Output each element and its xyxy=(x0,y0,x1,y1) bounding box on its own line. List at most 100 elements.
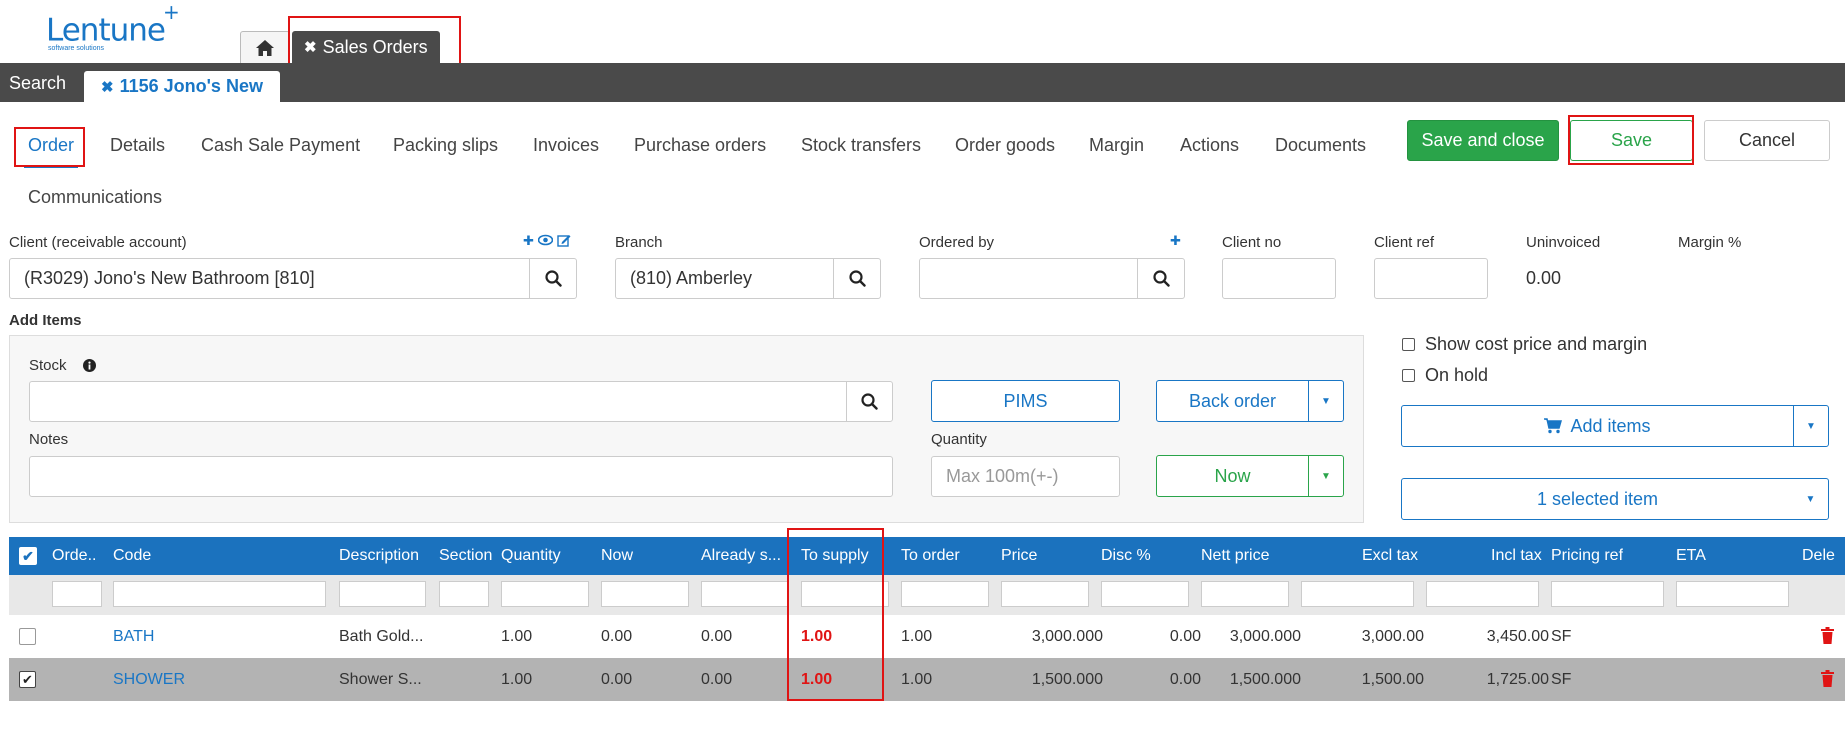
selected-items-dropdown[interactable]: 1 selected item ▼ xyxy=(1401,478,1829,520)
filter-now[interactable] xyxy=(601,581,689,607)
col-pricing-ref[interactable]: Pricing ref xyxy=(1551,537,1623,575)
branch-input[interactable]: (810) Amberley xyxy=(615,258,834,299)
search-icon xyxy=(848,270,866,287)
back-order-button[interactable]: Back order xyxy=(1157,381,1308,421)
eye-icon[interactable] xyxy=(537,233,553,247)
filter-description[interactable] xyxy=(339,581,426,607)
col-price[interactable]: Price xyxy=(1001,537,1037,575)
table-row[interactable]: BATH Bath Gold... 1.00 0.00 0.00 1.00 1.… xyxy=(9,615,1845,658)
filter-eta[interactable] xyxy=(1676,581,1789,607)
filter-price[interactable] xyxy=(1001,581,1089,607)
cell-price: 3,000.000 xyxy=(1031,628,1103,645)
row-checkbox[interactable] xyxy=(19,628,36,645)
col-eta[interactable]: ETA xyxy=(1676,537,1706,575)
row-checkbox[interactable]: ✔ xyxy=(19,671,36,688)
caret-down-icon[interactable]: ▼ xyxy=(1793,479,1828,519)
col-code[interactable]: Code xyxy=(113,537,151,575)
col-already-supplied[interactable]: Already s... xyxy=(701,537,785,575)
stock-search-button[interactable] xyxy=(846,381,893,422)
filter-pricing-ref[interactable] xyxy=(1551,581,1664,607)
tab-stock-transfers[interactable]: Stock transfers xyxy=(801,120,921,170)
close-icon[interactable]: ✖ xyxy=(101,78,114,96)
edit-icon[interactable] xyxy=(557,233,571,247)
tab-invoices[interactable]: Invoices xyxy=(533,120,599,170)
now-button[interactable]: Now xyxy=(1157,456,1308,496)
tab-actions[interactable]: Actions xyxy=(1180,120,1239,170)
ordered-by-search-button[interactable] xyxy=(1137,258,1185,299)
tab-sales-orders[interactable]: ✖ Sales Orders xyxy=(292,31,440,63)
filter-excl-tax[interactable] xyxy=(1301,581,1414,607)
tab-packing-slips[interactable]: Packing slips xyxy=(393,120,498,170)
col-section[interactable]: Section xyxy=(439,537,492,575)
filter-already-supplied[interactable] xyxy=(701,581,789,607)
caret-down-icon[interactable]: ▼ xyxy=(1308,381,1343,421)
caret-down-icon[interactable]: ▼ xyxy=(1793,406,1828,446)
checkbox-box[interactable] xyxy=(1402,369,1415,382)
stock-input[interactable] xyxy=(29,381,847,422)
cell-already-supplied: 0.00 xyxy=(701,671,733,688)
notes-input[interactable] xyxy=(29,456,893,497)
cell-code[interactable]: BATH xyxy=(113,615,154,658)
col-delete[interactable]: Dele xyxy=(1802,537,1835,575)
filter-quantity[interactable] xyxy=(501,581,589,607)
trash-icon[interactable] xyxy=(1821,670,1834,687)
info-icon xyxy=(83,359,96,372)
client-ref-input[interactable] xyxy=(1374,258,1488,299)
add-items-button[interactable]: Add items xyxy=(1402,406,1793,446)
search-link[interactable]: Search xyxy=(9,73,66,94)
col-to-order[interactable]: To order xyxy=(901,537,960,575)
ordered-by-input[interactable] xyxy=(919,258,1138,299)
on-hold-checkbox[interactable]: On hold xyxy=(1402,365,1488,386)
cell-code[interactable]: SHOWER xyxy=(113,658,185,701)
filter-code[interactable] xyxy=(113,581,326,607)
col-order[interactable]: Orde... xyxy=(52,537,97,575)
tab-margin[interactable]: Margin xyxy=(1089,120,1144,170)
filter-disc[interactable] xyxy=(1101,581,1189,607)
col-to-supply[interactable]: To supply xyxy=(801,537,869,575)
back-order-split-button: Back order ▼ xyxy=(1156,380,1344,422)
tab-cash-sale-payment[interactable]: Cash Sale Payment xyxy=(201,120,360,170)
select-all-checkbox[interactable]: ✔ xyxy=(19,547,37,565)
filter-section[interactable] xyxy=(439,581,489,607)
filter-order[interactable] xyxy=(52,581,102,607)
col-now[interactable]: Now xyxy=(601,537,633,575)
save-button[interactable]: Save xyxy=(1570,120,1693,161)
client-no-input[interactable] xyxy=(1222,258,1336,299)
tab-home[interactable] xyxy=(240,31,290,63)
col-disc[interactable]: Disc % xyxy=(1101,537,1151,575)
branch-search-button[interactable] xyxy=(833,258,881,299)
close-icon[interactable]: ✖ xyxy=(304,38,317,56)
pims-button[interactable]: PIMS xyxy=(931,380,1120,422)
tab-order[interactable]: Order xyxy=(23,120,79,170)
col-nett-price[interactable]: Nett price xyxy=(1201,537,1269,575)
client-search-button[interactable] xyxy=(529,258,577,299)
trash-icon[interactable] xyxy=(1821,627,1834,644)
col-incl-tax[interactable]: Incl tax xyxy=(1491,537,1542,575)
tab-documents[interactable]: Documents xyxy=(1275,120,1366,170)
col-quantity[interactable]: Quantity xyxy=(501,537,561,575)
table-row[interactable]: ✔ SHOWER Shower S... 1.00 0.00 0.00 1.00… xyxy=(9,658,1845,701)
col-description[interactable]: Description xyxy=(339,537,419,575)
client-input[interactable]: (R3029) Jono's New Bathroom [810] xyxy=(9,258,530,299)
col-excl-tax[interactable]: Excl tax xyxy=(1362,537,1418,575)
filter-nett-price[interactable] xyxy=(1201,581,1289,607)
filter-incl-tax[interactable] xyxy=(1426,581,1539,607)
save-and-close-button[interactable]: Save and close xyxy=(1407,120,1559,161)
show-cost-checkbox[interactable]: Show cost price and margin xyxy=(1402,334,1647,355)
checkbox-box[interactable] xyxy=(1402,338,1415,351)
quantity-input[interactable]: Max 100m(+-) xyxy=(931,456,1120,497)
tab-order-1156[interactable]: ✖ 1156 Jono's New xyxy=(84,71,280,102)
filter-to-supply[interactable] xyxy=(801,581,889,607)
tab-communications[interactable]: Communications xyxy=(28,172,162,222)
tab-order-goods[interactable]: Order goods xyxy=(955,120,1055,170)
plus-icon[interactable]: ✚ xyxy=(1170,233,1181,249)
cell-description: Bath Gold... xyxy=(339,628,424,645)
filter-to-order[interactable] xyxy=(901,581,989,607)
tab-details[interactable]: Details xyxy=(110,120,165,170)
margin-label: Margin % xyxy=(1678,234,1742,251)
plus-icon[interactable]: ✚ xyxy=(523,233,534,249)
caret-down-icon[interactable]: ▼ xyxy=(1308,456,1343,496)
cancel-button[interactable]: Cancel xyxy=(1704,120,1830,161)
cell-excl-tax: 3,000.00 xyxy=(1361,628,1424,645)
tab-purchase-orders[interactable]: Purchase orders xyxy=(634,120,766,170)
